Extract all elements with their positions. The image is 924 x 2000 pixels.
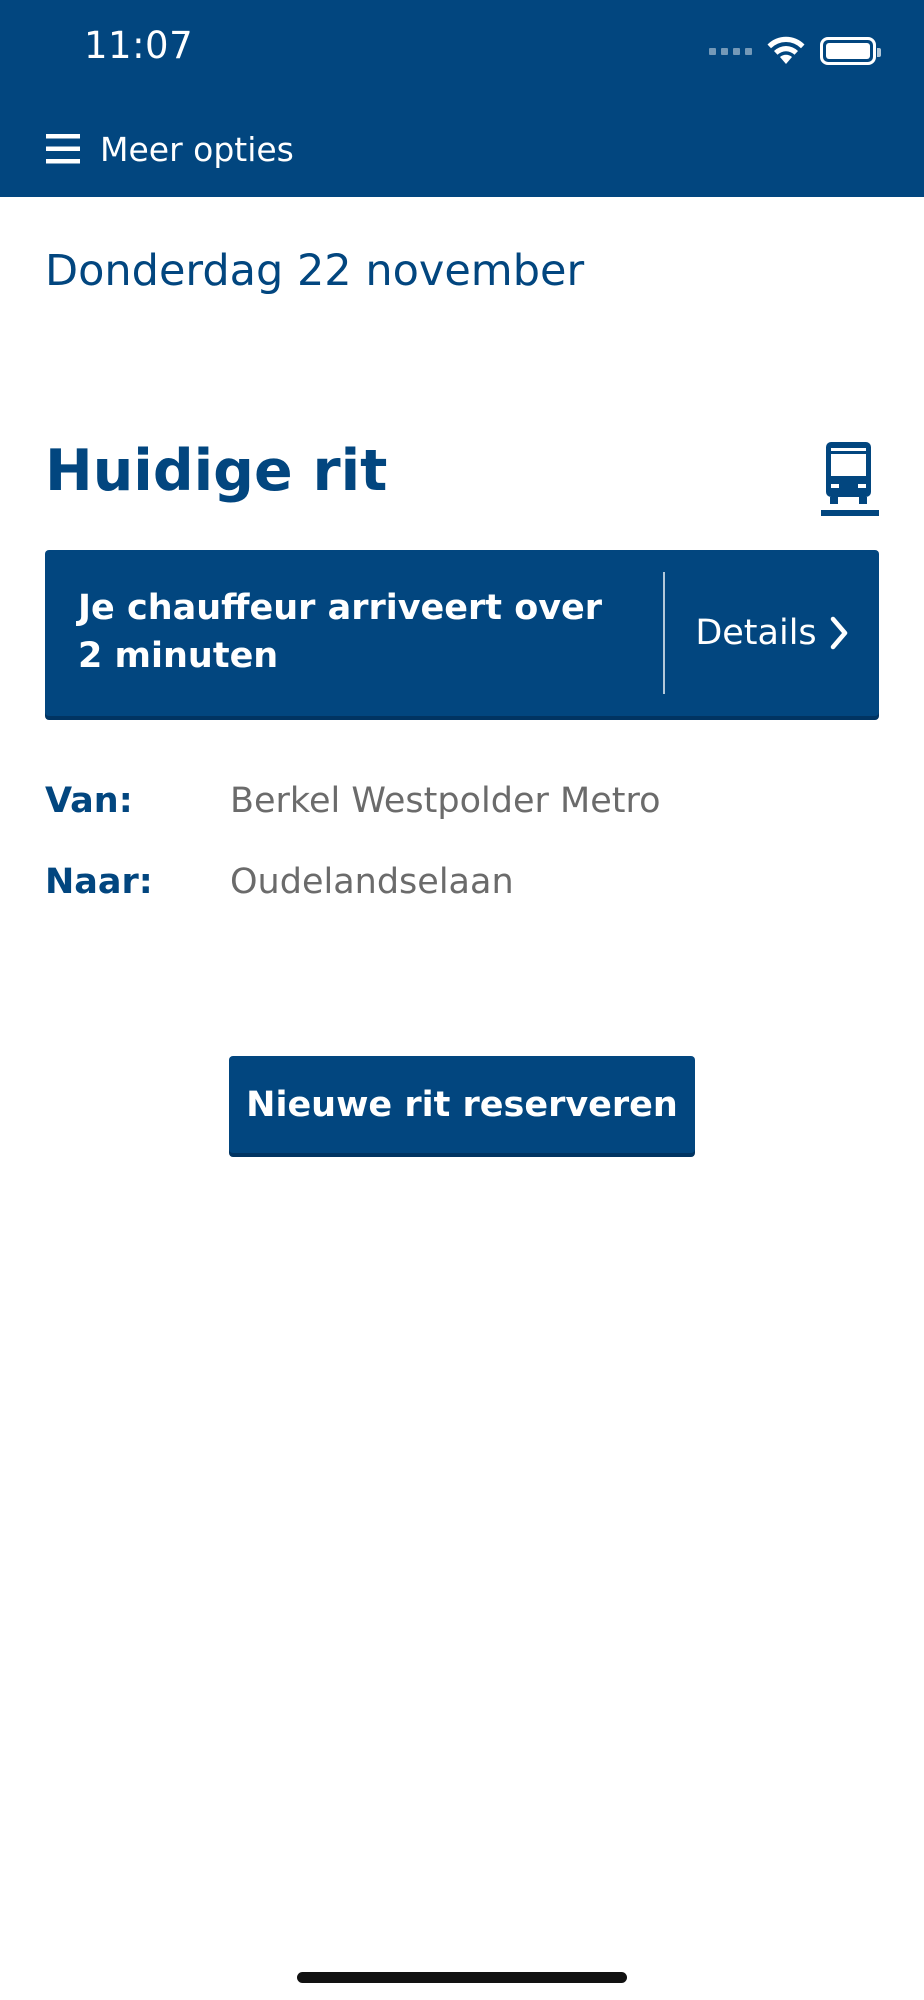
ride-status-banner[interactable]: Je chauffeur arriveert over 2 minuten De… <box>45 550 879 716</box>
app-header: 11:07 Meer opties <box>0 0 924 197</box>
ride-status-message: Je chauffeur arriveert over 2 minuten <box>78 588 603 676</box>
menu-button[interactable]: Meer opties <box>46 126 294 172</box>
signal-icon <box>709 47 752 55</box>
details-button[interactable]: Details <box>665 550 879 716</box>
section-title: Huidige rit <box>45 438 388 504</box>
to-value: Oudelandselaan <box>230 861 514 902</box>
from-value: Berkel Westpolder Metro <box>230 780 661 821</box>
hamburger-icon <box>46 134 80 164</box>
status-icons <box>709 34 881 68</box>
bus-icon <box>821 442 879 516</box>
new-ride-button[interactable]: Nieuwe rit reserveren <box>229 1056 695 1153</box>
home-indicator <box>297 1972 627 1983</box>
status-time: 11:07 <box>84 24 194 67</box>
to-label: Naar: <box>45 861 153 902</box>
wifi-icon <box>767 36 805 64</box>
route-info: Van: Berkel Westpolder Metro Naar: Oudel… <box>45 760 661 922</box>
battery-icon <box>820 37 881 65</box>
details-label: Details <box>695 613 817 653</box>
from-label: Van: <box>45 780 133 821</box>
page-date: Donderdag 22 november <box>45 246 585 296</box>
chevron-right-icon <box>830 616 847 650</box>
route-to-row: Naar: Oudelandselaan <box>45 841 661 922</box>
menu-label: Meer opties <box>100 129 294 169</box>
route-from-row: Van: Berkel Westpolder Metro <box>45 760 661 841</box>
